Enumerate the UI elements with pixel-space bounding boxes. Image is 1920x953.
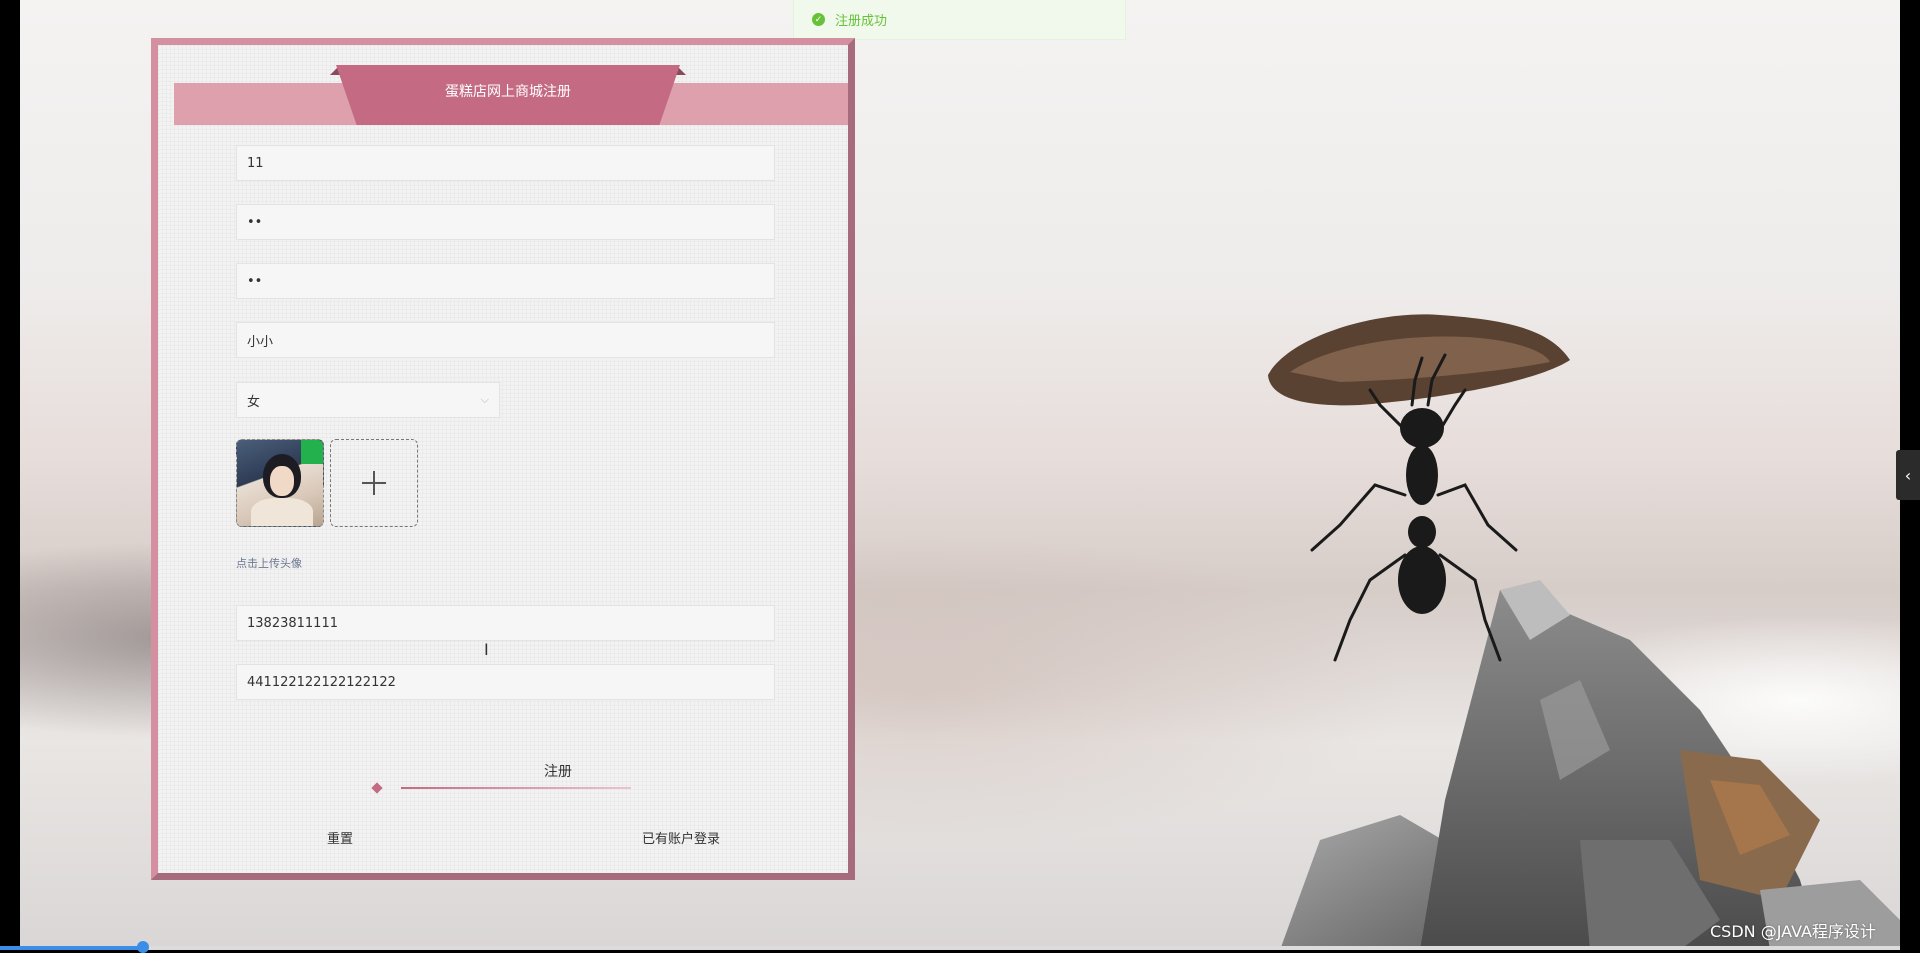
sidebar-toggle-button[interactable]: ‹ <box>1896 450 1920 500</box>
success-toast: ✓ 注册成功 <box>793 0 1126 40</box>
avatar-thumbnail[interactable] <box>236 439 324 527</box>
account-input[interactable] <box>236 145 775 181</box>
phone-input[interactable] <box>236 605 775 641</box>
register-button[interactable]: 注册 <box>488 758 628 784</box>
plus-icon <box>362 471 386 495</box>
register-underline <box>401 787 631 789</box>
bottom-scroll-progress <box>0 946 145 950</box>
register-diamond-decoration <box>371 782 383 794</box>
bottom-scroll-track <box>20 946 1900 950</box>
title-ribbon: 蛋糕店网上商城注册 <box>336 65 680 125</box>
login-link[interactable]: 已有账户登录 <box>636 825 726 849</box>
chevron-left-icon: ‹ <box>1904 465 1912 485</box>
avatar-upload-button[interactable] <box>330 439 418 527</box>
gender-select[interactable]: 女 ⌵ <box>236 382 500 418</box>
success-check-icon: ✓ <box>812 13 825 26</box>
reset-button[interactable]: 重置 <box>321 825 359 849</box>
confirm-password-input[interactable] <box>236 263 775 299</box>
watermark-text: CSDN @JAVA程序设计 <box>1710 922 1876 941</box>
toast-message: 注册成功 <box>835 14 888 29</box>
register-panel: 蛋糕店网上商城注册 女 ⌵ 点击上传头像 I 注册 重置 已有账户登录 <box>151 38 855 880</box>
avatar-upload-hint: 点击上传头像 <box>236 557 302 570</box>
ant-rock-illustration <box>1268 314 1900 950</box>
password-input[interactable] <box>236 204 775 240</box>
text-cursor-icon: I <box>484 640 489 659</box>
id-number-input[interactable] <box>236 664 775 700</box>
gender-select-value: 女 <box>247 394 261 410</box>
bottom-scroll-handle[interactable] <box>137 941 149 953</box>
name-input[interactable] <box>236 322 775 358</box>
chevron-down-icon: ⌵ <box>480 393 489 406</box>
page-title: 蛋糕店网上商城注册 <box>445 84 571 100</box>
